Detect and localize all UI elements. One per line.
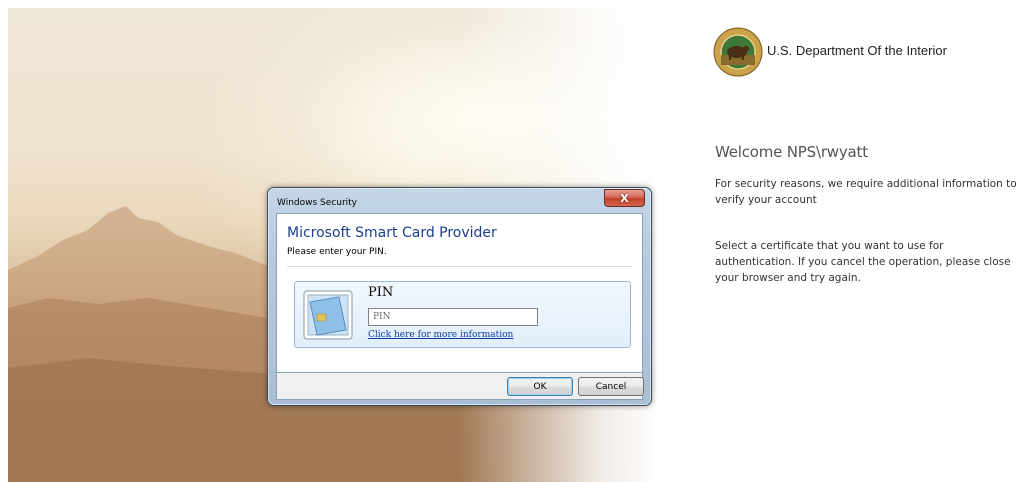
dialog-title: Windows Security (277, 198, 357, 208)
provider-heading: Microsoft Smart Card Provider (287, 225, 497, 241)
pin-label: PIN (368, 285, 394, 300)
security-note: For security reasons, we require additio… (715, 178, 1017, 206)
doi-seal-icon (713, 27, 763, 77)
more-info-link[interactable]: Click here for more information (368, 330, 513, 340)
cancel-button[interactable]: Cancel (578, 377, 644, 396)
close-icon: X (620, 191, 629, 205)
dialog-body: Microsoft Smart Card Provider Please ent… (276, 213, 643, 373)
credential-tile[interactable]: PIN PIN Click here for more information (294, 281, 631, 348)
instructions-text: Select a certificate that you want to us… (715, 240, 1011, 284)
dialog-footer: OK Cancel (276, 373, 644, 400)
windows-security-dialog: Windows Security X Microsoft Smart Card … (267, 187, 652, 406)
agency-name: U.S. Department Of the Interior (767, 43, 947, 58)
right-panel: U.S. Department Of the Interior Welcome … (700, 0, 1021, 482)
ok-button[interactable]: OK (507, 377, 573, 396)
smart-card-icon (303, 290, 353, 340)
pin-input[interactable]: PIN (368, 308, 538, 326)
separator (287, 266, 632, 267)
close-button[interactable]: X (604, 189, 645, 207)
welcome-heading: Welcome NPS\rwyatt (715, 143, 868, 161)
pin-instruction: Please enter your PIN. (287, 247, 387, 257)
